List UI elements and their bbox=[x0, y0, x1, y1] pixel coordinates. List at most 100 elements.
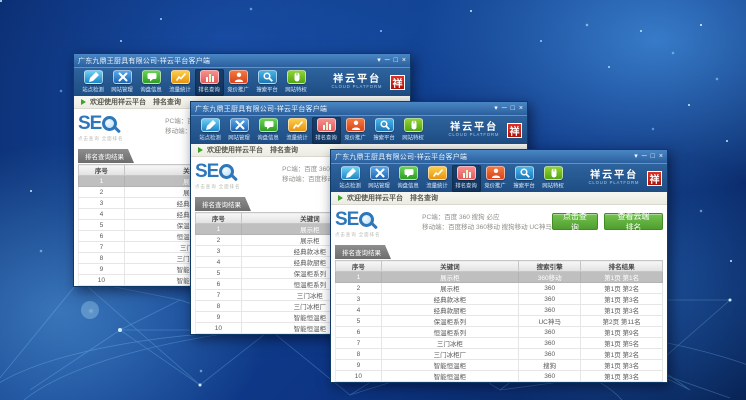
toolbar-item-traffic-stats[interactable]: 流量统计 bbox=[166, 69, 195, 96]
magnifier-icon bbox=[102, 116, 117, 131]
brand-badge-icon: 祥 bbox=[647, 171, 662, 186]
toolbar-item-search-platform[interactable]: 搜索平台 bbox=[253, 69, 282, 96]
maximize-icon[interactable]: □ bbox=[651, 152, 655, 161]
table-row[interactable]: 5保温柜系列UC神马第2页 第11名 bbox=[336, 316, 663, 327]
table-cell: 第1页 第3名 bbox=[581, 294, 663, 305]
maximize-icon[interactable]: □ bbox=[394, 56, 398, 65]
toolbar-label: 询盘信息 bbox=[141, 85, 163, 93]
toolbar-item-site-manage[interactable]: 网站管理 bbox=[365, 165, 394, 192]
table-cell: 展示柜 bbox=[381, 283, 518, 294]
bar-chart-icon bbox=[200, 70, 219, 84]
toolbar-item-site-privilege[interactable]: 网站特权 bbox=[399, 117, 428, 144]
toolbar-label: 网站管理 bbox=[112, 85, 134, 93]
magnifier-icon bbox=[359, 212, 374, 227]
table-cell: 4 bbox=[79, 209, 125, 220]
toolbar-item-site-manage[interactable]: 网站管理 bbox=[108, 69, 137, 96]
table-cell: 三门冰柜厂 bbox=[381, 349, 518, 360]
close-icon[interactable]: × bbox=[519, 104, 523, 113]
desktop-background: 广东九鼎王厨具有限公司-祥云平台客户端 ▾ ─ □ × 站点检测 网站管理 bbox=[0, 0, 746, 400]
header-index: 序号 bbox=[79, 165, 125, 176]
brand-subtitle: CLOUD PLATFORM bbox=[589, 181, 640, 185]
cloud-rank-button[interactable]: 查看云端排名 bbox=[604, 213, 663, 230]
table-cell: 6 bbox=[79, 231, 125, 242]
table-row[interactable]: 6恒温柜系列360第1页 第9名 bbox=[336, 327, 663, 338]
toolbar-item-inquiry-info[interactable]: 询盘信息 bbox=[137, 69, 166, 96]
tab-rank-results[interactable]: 排名查询结果 bbox=[78, 149, 134, 163]
tab-rank-results[interactable]: 排名查询结果 bbox=[335, 245, 391, 259]
table-row[interactable]: 8三门冰柜厂360第1页 第2名 bbox=[336, 349, 663, 360]
table-row[interactable]: 7三门冰柜360第1页 第5名 bbox=[336, 338, 663, 349]
toolbar-item-inquiry-info[interactable]: 询盘信息 bbox=[394, 165, 423, 192]
main-toolbar: 站点检测 网站管理 询盘信息 流量统计 bbox=[191, 115, 527, 144]
search-icon bbox=[258, 70, 277, 84]
table-row[interactable]: 4经典款厨柜360第1页 第3名 bbox=[336, 305, 663, 316]
toolbar-item-site-privilege[interactable]: 网站特权 bbox=[539, 165, 568, 192]
toolbar-item-site-manage[interactable]: 网站管理 bbox=[225, 117, 254, 144]
close-icon[interactable]: × bbox=[402, 56, 406, 65]
header-index: 序号 bbox=[336, 261, 382, 272]
tab-rank-results[interactable]: 排名查询结果 bbox=[195, 197, 251, 211]
toolbar-item-site-check[interactable]: 站点检测 bbox=[79, 69, 108, 96]
toolbar-label: 站点检测 bbox=[83, 85, 105, 93]
seo-tagline: 点击查询 全面排名 bbox=[78, 135, 151, 141]
table-row[interactable]: 3经典款冰柜360第1页 第3名 bbox=[336, 294, 663, 305]
toolbar-item-traffic-stats[interactable]: 流量统计 bbox=[283, 117, 312, 144]
skin-menu-icon[interactable]: ▾ bbox=[634, 152, 638, 161]
minimize-icon[interactable]: ─ bbox=[385, 56, 390, 65]
tools-icon bbox=[370, 166, 389, 180]
window-titlebar[interactable]: 广东九鼎王厨具有限公司-祥云平台客户端 ▾ ─ □ × bbox=[74, 54, 410, 67]
toolbar-item-site-check[interactable]: 站点检测 bbox=[336, 165, 365, 192]
table-row[interactable]: 1展示柜360移动第1页 第1名 bbox=[336, 272, 663, 283]
window-titlebar[interactable]: 广东九鼎王厨具有限公司-祥云平台客户端 ▾ ─ □ × bbox=[191, 102, 527, 115]
minimize-icon[interactable]: ─ bbox=[642, 152, 647, 161]
table-cell: 第1页 第1名 bbox=[581, 272, 663, 283]
magnifier-icon bbox=[219, 164, 234, 179]
toolbar-label: 竞价推广 bbox=[228, 85, 250, 93]
notice-text: 欢迎使用祥云平台 排名查询 bbox=[90, 97, 181, 107]
table-row[interactable]: 9智能恒温柜搜狗第1页 第3名 bbox=[336, 360, 663, 371]
person-icon bbox=[486, 166, 505, 180]
toolbar-item-rank-query[interactable]: 排名查询 bbox=[452, 165, 481, 192]
toolbar-label: 排名查询 bbox=[316, 133, 338, 141]
toolbar-item-bid-promotion[interactable]: 竞价推广 bbox=[481, 165, 510, 192]
table-cell: 360 bbox=[519, 349, 581, 360]
toolbar-item-traffic-stats[interactable]: 流量统计 bbox=[423, 165, 452, 192]
brand-subtitle: CLOUD PLATFORM bbox=[449, 133, 500, 137]
skin-menu-icon[interactable]: ▾ bbox=[377, 56, 381, 65]
toolbar-item-inquiry-info[interactable]: 询盘信息 bbox=[254, 117, 283, 144]
chat-bubble-icon bbox=[399, 166, 418, 180]
search-icon bbox=[375, 118, 394, 132]
toolbar-item-rank-query[interactable]: 排名查询 bbox=[312, 117, 341, 144]
table-cell: 8 bbox=[79, 253, 125, 264]
toolbar-item-search-platform[interactable]: 搜索平台 bbox=[370, 117, 399, 144]
table-row[interactable]: 2展示柜360第1页 第2名 bbox=[336, 283, 663, 294]
brand-name: 祥云平台 bbox=[584, 171, 644, 181]
toolbar-label: 询盘信息 bbox=[258, 133, 280, 141]
table-cell: 第1页 第3名 bbox=[581, 305, 663, 316]
seo-logo-text: SE bbox=[335, 210, 358, 229]
toolbar-item-search-platform[interactable]: 搜索平台 bbox=[510, 165, 539, 192]
minimize-icon[interactable]: ─ bbox=[502, 104, 507, 113]
toolbar-item-bid-promotion[interactable]: 竞价推广 bbox=[341, 117, 370, 144]
close-icon[interactable]: × bbox=[659, 152, 663, 161]
window-titlebar[interactable]: 广东九鼎王厨具有限公司-祥云平台客户端 ▾ ─ □ × bbox=[331, 150, 667, 163]
window-title: 广东九鼎王厨具有限公司-祥云平台客户端 bbox=[78, 56, 210, 66]
toolbar-item-bid-promotion[interactable]: 竞价推广 bbox=[224, 69, 253, 96]
notice-flag-icon bbox=[81, 99, 86, 105]
maximize-icon[interactable]: □ bbox=[511, 104, 515, 113]
window-title: 广东九鼎王厨具有限公司-祥云平台客户端 bbox=[195, 104, 327, 114]
notice-flag-icon bbox=[338, 195, 343, 201]
chat-bubble-icon bbox=[259, 118, 278, 132]
skin-menu-icon[interactable]: ▾ bbox=[494, 104, 498, 113]
seo-tagline: 点击查询 全面排名 bbox=[335, 231, 408, 237]
toolbar-item-site-check[interactable]: 站点检测 bbox=[196, 117, 225, 144]
table-row[interactable]: 10智能恒温柜360第1页 第3名 bbox=[336, 371, 663, 382]
line-chart-icon bbox=[171, 70, 190, 84]
query-button[interactable]: 点击查询 bbox=[552, 213, 598, 230]
table-cell: 第1页 第5名 bbox=[581, 338, 663, 349]
toolbar-item-rank-query[interactable]: 排名查询 bbox=[195, 69, 224, 96]
table-cell: 7 bbox=[336, 338, 382, 349]
search-icon bbox=[515, 166, 534, 180]
toolbar-label: 站点检测 bbox=[200, 133, 222, 141]
toolbar-item-site-privilege[interactable]: 网站特权 bbox=[282, 69, 311, 96]
